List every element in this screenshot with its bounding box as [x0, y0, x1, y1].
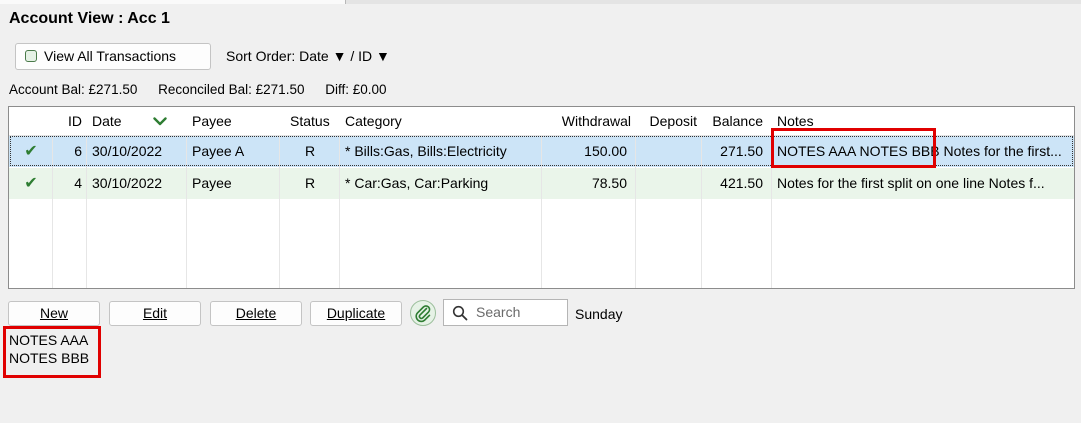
attachment-button[interactable]: [409, 299, 437, 327]
edit-button[interactable]: Edit: [109, 301, 201, 326]
col-header-notes[interactable]: Notes: [772, 107, 1074, 135]
sort-chevron-down-icon: [153, 117, 167, 126]
checkbox-icon[interactable]: [25, 50, 37, 62]
cell-notes: Notes for the first split on one line No…: [777, 175, 1045, 191]
sort-order-label[interactable]: Sort Order: Date ▼ / ID ▼: [226, 48, 390, 64]
col-header-id[interactable]: ID: [53, 107, 87, 135]
top-tab-strip: [0, 0, 1081, 4]
col-header-check[interactable]: [9, 107, 53, 135]
col-header-status[interactable]: Status: [280, 107, 340, 135]
window-title: Account View : Acc 1: [9, 10, 170, 27]
delete-button-label: Delete: [235, 305, 277, 321]
new-button[interactable]: New: [8, 301, 100, 326]
col-header-withdrawal[interactable]: Withdrawal: [542, 107, 636, 135]
balance-bar: Account Bal: £271.50 Reconciled Bal: £27…: [9, 82, 404, 97]
active-tab[interactable]: [0, 0, 346, 4]
balance-diff: Diff: £0.00: [325, 82, 387, 97]
search-placeholder: Search: [476, 304, 521, 320]
paperclip-icon: [410, 300, 436, 326]
account-balance: Account Bal: £271.50: [9, 82, 138, 97]
new-button-label: New: [39, 305, 68, 321]
table-header: ID Date Payee Status Category Withdrawal…: [9, 107, 1074, 136]
col-header-payee[interactable]: Payee: [187, 107, 280, 135]
day-label: Sunday: [575, 306, 623, 322]
col-header-deposit[interactable]: Deposit: [636, 107, 702, 135]
duplicate-button[interactable]: Duplicate: [310, 301, 402, 326]
search-icon: [452, 305, 468, 321]
col-header-date[interactable]: Date: [87, 107, 187, 135]
cell-notes: NOTES AAA NOTES BBB Notes for the first.…: [777, 143, 1062, 159]
reconciled-balance: Reconciled Bal: £271.50: [158, 82, 305, 97]
transactions-table[interactable]: ✔ 6 30/10/2022 Payee A R * Bills:Gas, Bi…: [8, 106, 1075, 289]
duplicate-button-label: Duplicate: [326, 305, 386, 321]
col-header-date-label: Date: [92, 113, 122, 129]
search-field[interactable]: Search: [443, 299, 568, 326]
col-header-category[interactable]: Category: [340, 107, 542, 135]
delete-button[interactable]: Delete: [210, 301, 302, 326]
notes-preview: NOTES AAA NOTES BBB: [9, 332, 90, 366]
edit-button-label: Edit: [142, 305, 168, 321]
view-all-transactions-button[interactable]: View All Transactions: [15, 43, 211, 70]
view-all-label: View All Transactions: [44, 48, 177, 64]
col-header-balance[interactable]: Balance: [702, 107, 768, 135]
